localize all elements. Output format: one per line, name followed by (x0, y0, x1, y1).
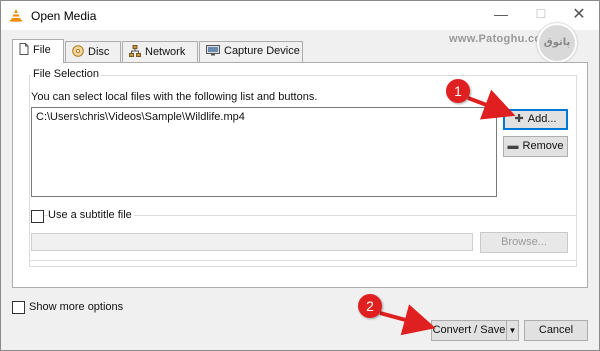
annotation-arrow-2 (379, 304, 436, 336)
annotation-arrows (379, 89, 516, 336)
annotation-badge-1: 1 (446, 79, 470, 103)
annotation-arrow-1 (467, 89, 516, 120)
annotation-badge-2: 2 (358, 294, 382, 318)
